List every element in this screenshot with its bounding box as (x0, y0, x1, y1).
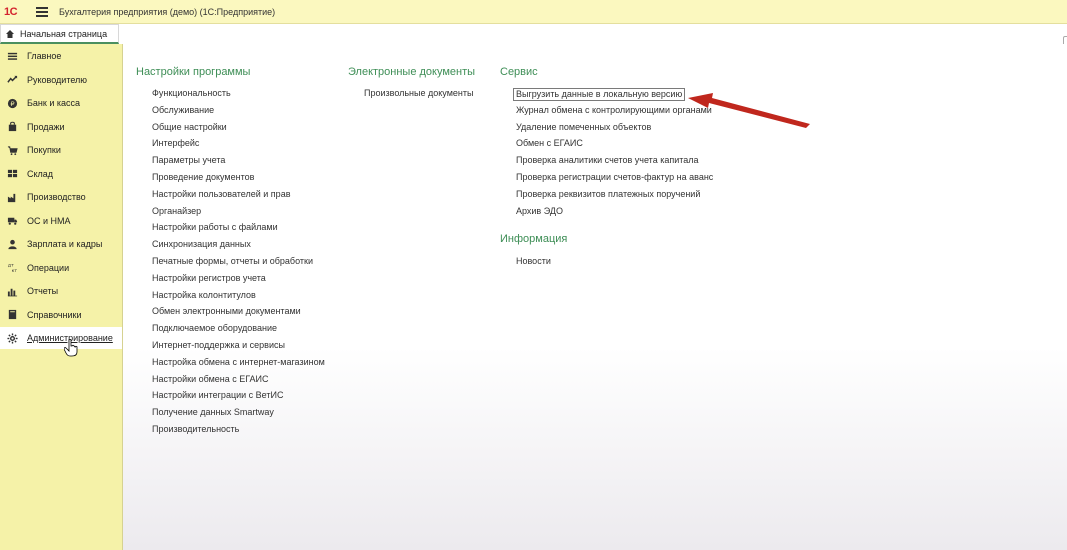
sidebar-item-label: Главное (27, 51, 62, 61)
settings-link[interactable]: Подключаемое оборудование (152, 323, 277, 333)
sidebar-item-9[interactable]: дт кт Операции (0, 257, 122, 279)
service-link[interactable]: Проверка реквизитов платежных поручений (516, 189, 700, 199)
hand-cursor-icon (64, 339, 78, 357)
settings-link[interactable]: Параметры учета (152, 155, 225, 165)
settings-link[interactable]: Настройки регистров учета (152, 273, 266, 283)
settings-link[interactable]: Настройка обмена с интернет-магазином (152, 357, 325, 367)
book-icon (6, 309, 18, 321)
svg-text:кт: кт (11, 269, 17, 273)
settings-link[interactable]: Общие настройки (152, 122, 227, 132)
sidebar-item-label: Банк и касса (27, 98, 80, 108)
gear-icon (6, 332, 18, 344)
cart-icon (6, 144, 18, 156)
sidebar-item-1[interactable]: Руководителю (0, 69, 122, 91)
sidebar-item-label: Зарплата и кадры (27, 239, 103, 249)
settings-link[interactable]: Настройки работы с файлами (152, 222, 278, 232)
settings-link[interactable]: Настройки обмена с ЕГАИС (152, 374, 269, 384)
service-link[interactable]: Журнал обмена с контролирующими органами (516, 105, 712, 115)
svg-text:₽: ₽ (10, 99, 14, 107)
title-bar: 1С Бухгалтерия предприятия (демо) (1С:Пр… (0, 0, 1067, 24)
service-link[interactable]: Обмен с ЕГАИС (516, 138, 583, 148)
dt-kt-icon: дт кт (6, 262, 18, 274)
settings-heading: Настройки программы (136, 66, 251, 78)
1c-logo: 1С (4, 5, 18, 18)
service-link[interactable]: Удаление помеченных объектов (516, 122, 651, 132)
service-link[interactable]: Выгрузить данные в локальную версию (513, 88, 686, 101)
settings-link[interactable]: Настройка колонтитулов (152, 290, 256, 300)
settings-link[interactable]: Функциональность (152, 88, 231, 98)
sidebar-item-label: Руководителю (27, 74, 88, 85)
trend-icon (6, 74, 18, 86)
settings-link[interactable]: Обслуживание (152, 105, 214, 115)
edocs-heading: Электронные документы (348, 66, 476, 78)
tab-home-label: Начальная страница (20, 28, 108, 39)
sidebar-item-label: Производство (27, 192, 86, 202)
settings-link[interactable]: Органайзер (152, 206, 201, 216)
tab-home[interactable]: Начальная страница (0, 24, 119, 44)
main-menu-icon[interactable] (36, 6, 48, 17)
settings-link[interactable]: Печатные формы, отчеты и обработки (152, 256, 313, 266)
sidebar-item-8[interactable]: Зарплата и кадры (0, 233, 122, 255)
info-heading: Информация (500, 233, 568, 245)
info-link[interactable]: Новости (516, 256, 551, 266)
settings-link[interactable]: Настройки интеграции с ВетИС (152, 390, 283, 400)
main-panel: Настройки программы Электронные документ… (123, 44, 1067, 550)
settings-link[interactable]: Настройки пользователей и прав (152, 189, 290, 199)
sidebar-item-label: Операции (27, 262, 70, 273)
bag-icon (6, 121, 18, 133)
sidebar-item-6[interactable]: Производство (0, 186, 122, 208)
sidebar-item-3[interactable]: Продажи (0, 116, 122, 138)
edocs-link[interactable]: Произвольные документы (364, 88, 473, 98)
sidebar: Главное Руководителю ₽ Банк и касса Продажи П… (0, 44, 123, 550)
sidebar-item-label: ОС и НМА (27, 215, 71, 226)
sidebar-item-label: Отчеты (27, 286, 59, 296)
settings-link[interactable]: Интерфейс (152, 138, 199, 148)
grid-icon (6, 168, 18, 180)
home-icon (6, 29, 14, 38)
sidebar-item-label: Справочники (27, 309, 82, 320)
truck-icon (6, 215, 18, 227)
app-title: Бухгалтерия предприятия (демо) (1С:Предп… (59, 6, 276, 17)
sidebar-item-label: Продажи (27, 121, 65, 132)
settings-link[interactable]: Синхронизация данных (152, 239, 251, 249)
service-link[interactable]: Проверка регистрации счетов-фактур на ав… (516, 172, 713, 182)
sidebar-item-label: Склад (27, 168, 54, 179)
coin-icon: ₽ (6, 97, 18, 109)
sidebar-item-5[interactable]: Склад (0, 163, 122, 185)
settings-link[interactable]: Интернет-поддержка и сервисы (152, 340, 285, 350)
factory-icon (6, 191, 18, 203)
svg-text:дт: дт (7, 264, 13, 269)
settings-link[interactable]: Получение данных Smartway (152, 407, 274, 417)
settings-link[interactable]: Производительность (152, 424, 239, 434)
person-icon (6, 238, 18, 250)
sidebar-item-11[interactable]: Справочники (0, 304, 122, 326)
service-heading: Сервис (500, 66, 538, 78)
sidebar-item-10[interactable]: Отчеты (0, 280, 122, 302)
sidebar-item-label: Покупки (27, 145, 61, 155)
bars-icon (6, 285, 18, 297)
sidebar-item-0[interactable]: Главное (0, 45, 122, 67)
settings-link[interactable]: Обмен электронными документами (152, 306, 301, 316)
sidebar-item-12[interactable]: Администрирование (0, 327, 122, 349)
settings-link[interactable]: Проведение документов (152, 172, 254, 182)
service-link[interactable]: Архив ЭДО (516, 206, 563, 216)
sidebar-item-7[interactable]: ОС и НМА (0, 210, 122, 232)
service-link[interactable]: Проверка аналитики счетов учета капитала (516, 155, 699, 165)
tab-strip: Начальная страница (0, 24, 1067, 44)
sidebar-item-4[interactable]: Покупки (0, 139, 122, 161)
menu-lines-icon (6, 50, 18, 62)
sidebar-item-2[interactable]: ₽ Банк и касса (0, 92, 122, 114)
